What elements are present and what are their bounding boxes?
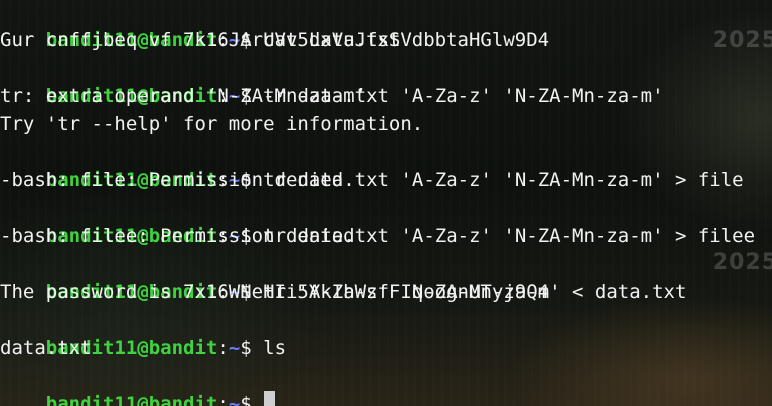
terminal-cursor	[263, 391, 275, 406]
terminal-prompt-line: bandit11@bandit:~$ tr 'A-Za-z' 'N-ZA-Mn-…	[0, 250, 687, 303]
terminal-window[interactable]: bandit11@bandit:~$ cat data.txt Gur cnff…	[0, 0, 772, 406]
terminal-prompt-line: bandit11@bandit:~$ ls	[0, 306, 286, 359]
terminal-prompt-line: bandit11@bandit:~$ cat data.txt	[0, 0, 401, 51]
terminal-prompt-line: bandit11@bandit:~$ tr data.txt 'A-Za-z' …	[0, 54, 664, 107]
prompt-symbol: $	[240, 393, 252, 406]
prompt-separator: :	[217, 337, 229, 359]
terminal-prompt-line: bandit11@bandit:~$ tr data.txt 'A-Za-z' …	[0, 194, 755, 247]
prompt-separator: :	[217, 393, 229, 406]
prompt-symbol: $	[240, 337, 252, 359]
prompt-path: ~	[228, 337, 241, 359]
terminal-output-line: -bash: file: Permission denied	[0, 169, 344, 191]
prompt-path: ~	[228, 393, 241, 406]
prompt-user-host: bandit11@bandit	[45, 393, 218, 406]
command-text: ls	[263, 337, 287, 359]
terminal-output-line: Try 'tr --help' for more information.	[0, 113, 424, 135]
terminal-output-line: tr: extra operand ‘N-ZA-Mn-za-m’	[0, 85, 367, 107]
terminal-output-line: data.txt	[0, 337, 92, 359]
terminal-prompt-line[interactable]: bandit11@bandit:~$	[0, 362, 275, 406]
terminal-output-line: Gur cnffjbeq vf 7k16JArUVv5LxVuJfsSVdbbt…	[0, 29, 550, 51]
terminal-output-line: The password is 7x16WNeHIi5YkIhWsfFIqoog…	[0, 281, 550, 303]
terminal-prompt-line: bandit11@bandit:~$ tr data.txt 'A-Za-z' …	[0, 138, 744, 191]
terminal-output-line: -bash: filee: Permission denied	[0, 225, 355, 247]
